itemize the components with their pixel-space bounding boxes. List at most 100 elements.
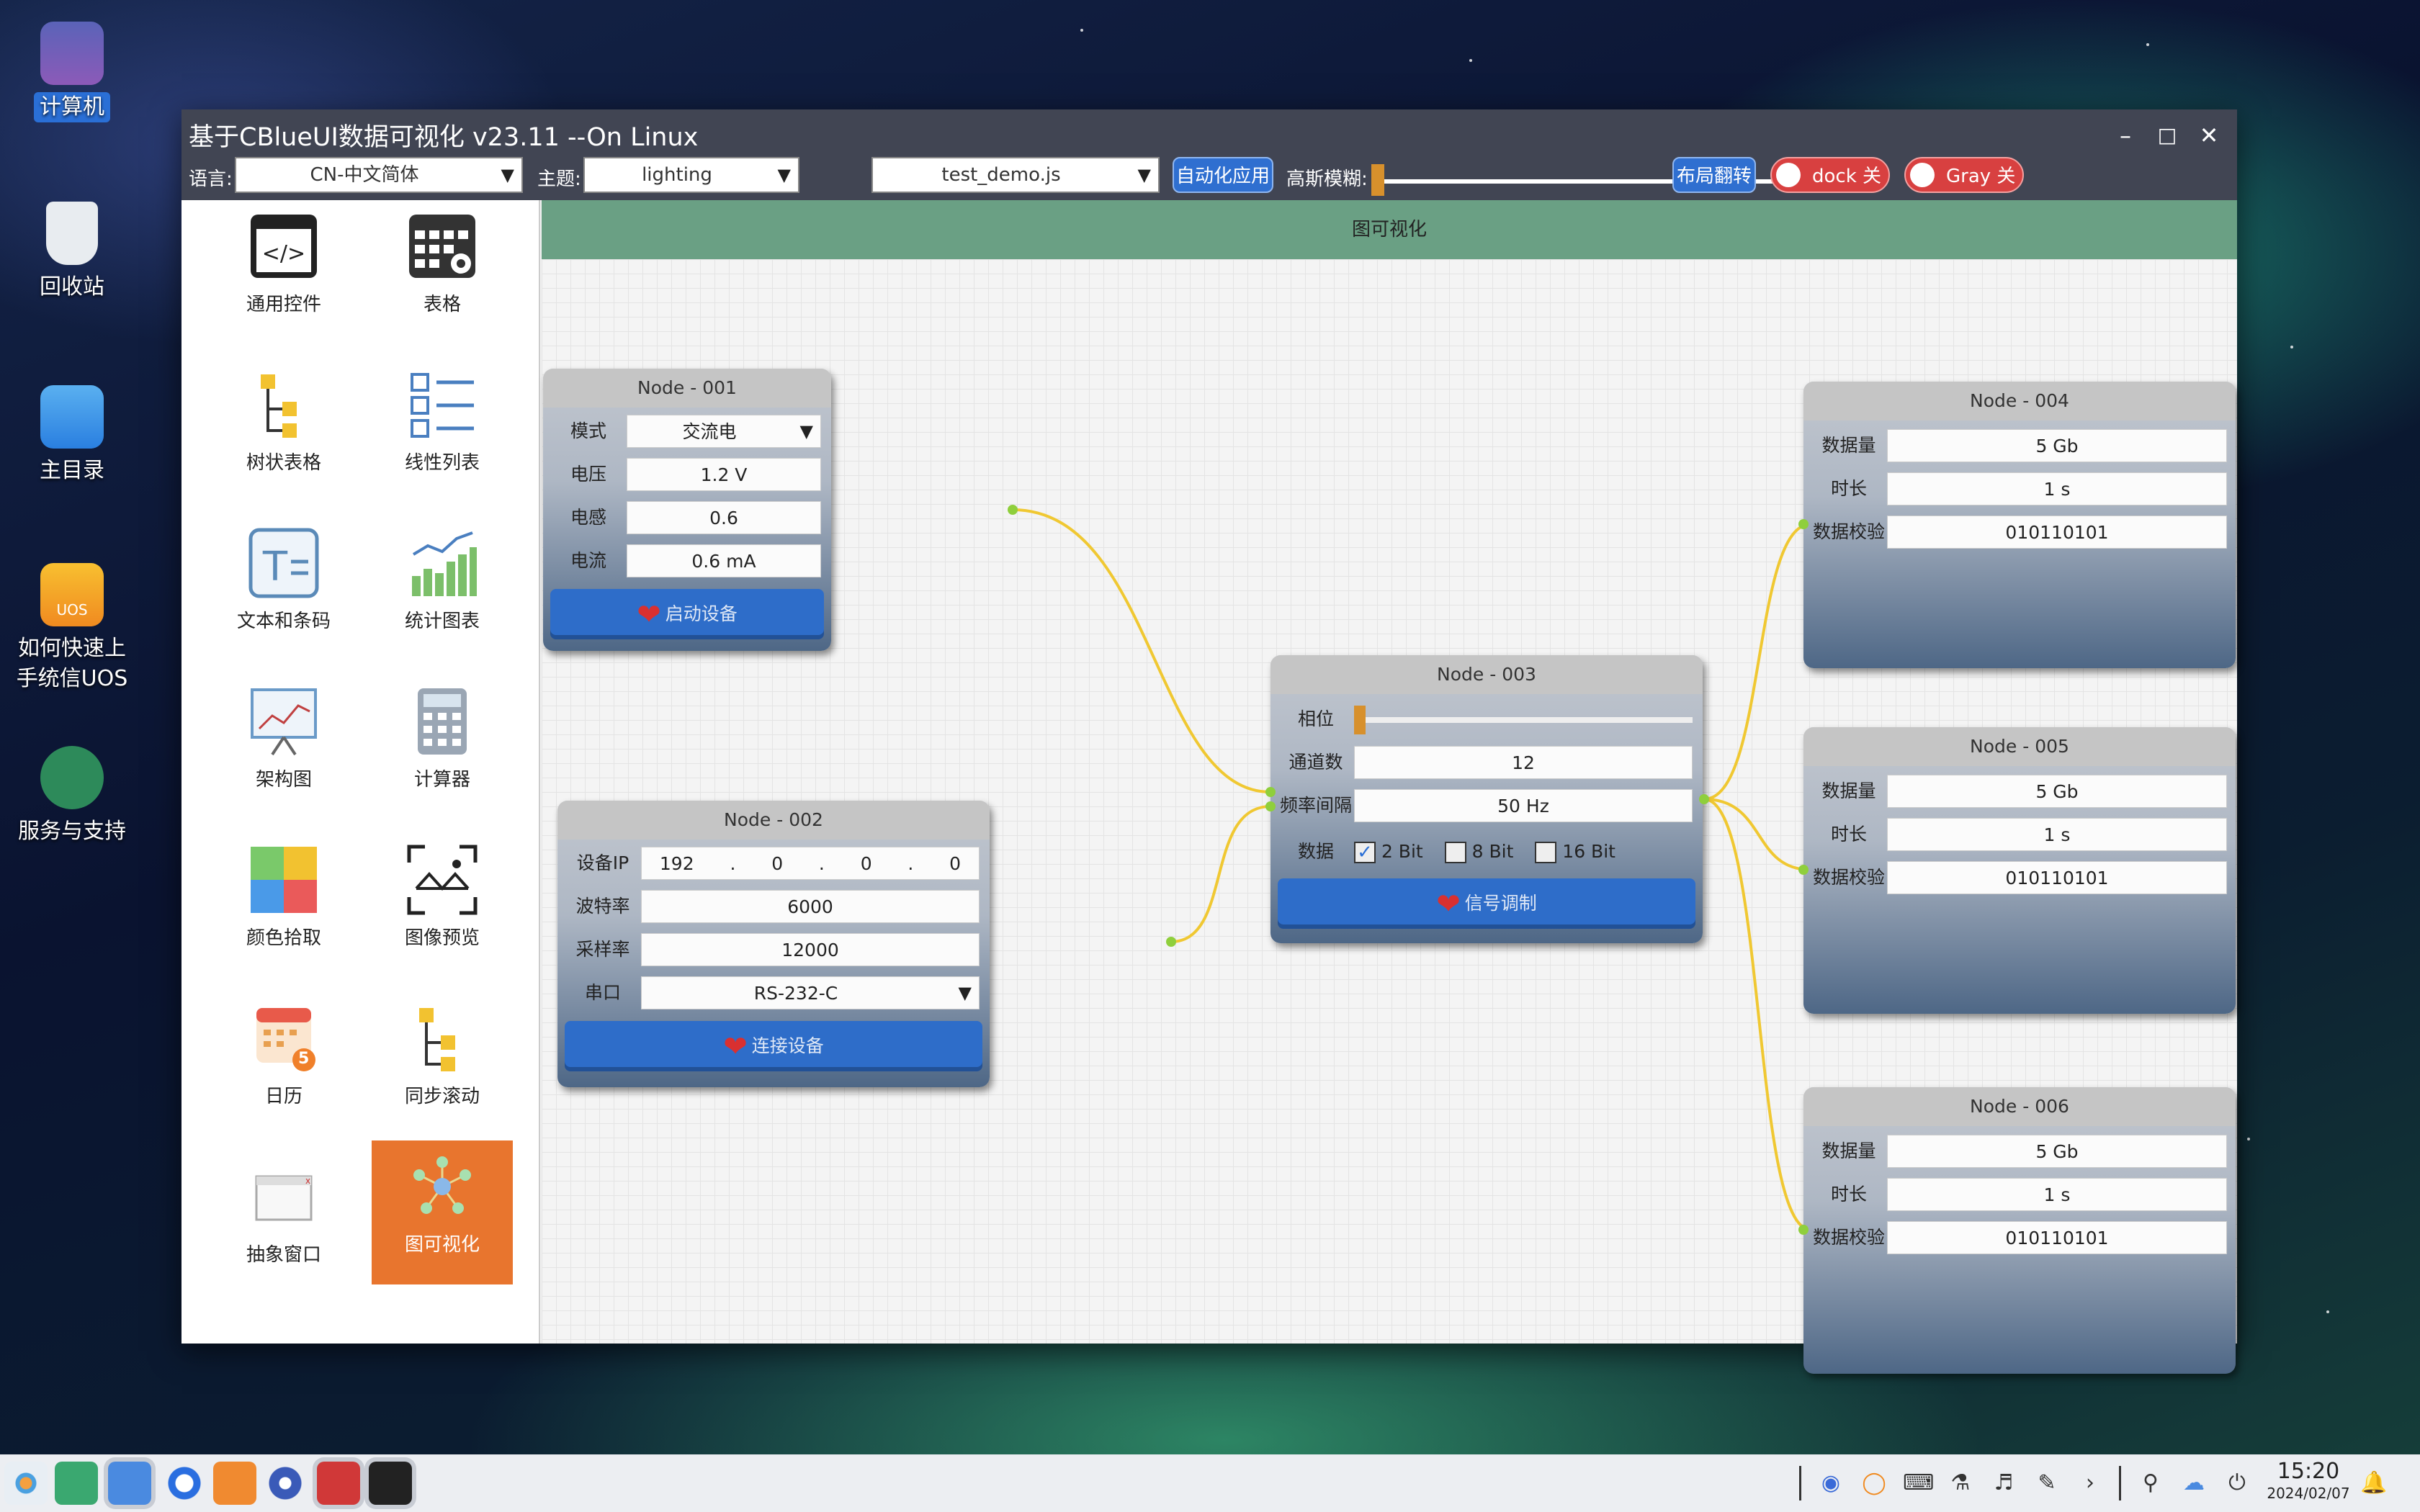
keyboard-icon[interactable]: ⌨ [1903,1469,1934,1498]
tree-table-icon [246,367,321,442]
sample-rate-field[interactable]: 12000 [641,933,980,966]
sidebar-item-color-picker[interactable]: 颜色拾取 [213,834,354,978]
computer-icon [40,22,104,85]
current-field[interactable]: 0.6 mA [627,544,821,577]
auto-apply-button[interactable]: 自动化应用 [1173,157,1273,193]
sidebar-item-stat-chart[interactable]: 统计图表 [372,517,513,661]
checkbox-8bit[interactable] [1444,842,1466,863]
voltage-field[interactable]: 1.2 V [627,458,821,491]
power-icon[interactable]: ⏻ [2223,1469,2251,1498]
duration-field[interactable]: 1 s [1887,1178,2227,1211]
close-button[interactable]: ✕ [2191,120,2227,151]
start-device-button[interactable]: ❤ 启动设备 [550,589,824,639]
browser-icon[interactable] [163,1462,206,1505]
node-003-output-port[interactable] [1699,794,1709,804]
sidebar-item-abstract-window[interactable]: x 抽象窗口 [213,1151,354,1295]
script-select[interactable]: test_demo.js ▼ [871,157,1160,193]
sidebar-item-architecture[interactable]: 架构图 [213,675,354,819]
desktop-icon-home[interactable]: 主目录 [14,385,130,486]
node-006[interactable]: Node - 006 数据量 5 Gb 时长 1 s 数据校验 01011010… [1803,1087,2236,1374]
duration-field[interactable]: 1 s [1887,818,2227,851]
node-006-input-port[interactable] [1798,1225,1809,1235]
node-003-input-port[interactable] [1265,787,1276,797]
sidebar-item-tree-table[interactable]: 树状表格 [213,359,354,503]
ip-field[interactable]: 192 . 0 . 0 . 0 [641,847,980,880]
desktop-icon-support[interactable]: 服务与支持 [14,746,130,847]
checksum-field[interactable]: 010110101 [1887,861,2227,894]
sidebar-item-image-preview[interactable]: 图像预览 [372,834,513,978]
node-005[interactable]: Node - 005 数据量 5 Gb 时长 1 s 数据校验 01011010… [1803,727,2236,1014]
sidebar-item-calculator[interactable]: 计算器 [372,675,513,819]
inductance-field[interactable]: 0.6 [627,501,821,534]
channels-field[interactable]: 12 [1354,746,1693,779]
checksum-field[interactable]: 010110101 [1887,1221,2227,1254]
duration-field[interactable]: 1 s [1887,472,2227,505]
desktop-icon-computer[interactable]: 计算机 [14,22,130,122]
layout-flip-button[interactable]: 布局翻转 [1672,157,1756,193]
sidebar-item-graph[interactable]: 图可视化 [372,1140,513,1284]
app-store-icon[interactable] [213,1462,256,1505]
desktop-icon-uos-guide[interactable]: UOS 如何快速上手统信UOS [14,563,130,694]
amount-field[interactable]: 5 Gb [1887,1135,2227,1168]
blur-slider[interactable] [1375,179,1833,184]
sidebar-item-sync-scroll[interactable]: 同步滚动 [372,992,513,1136]
node-004-input-port[interactable] [1798,519,1809,529]
language-select[interactable]: CN-中文简体 ▼ [235,157,523,193]
sidebar-item-widgets[interactable]: </> 通用控件 [213,200,354,344]
node-003-input-port[interactable] [1265,801,1276,811]
update-icon[interactable]: ◯ [1860,1469,1888,1498]
launcher-icon[interactable] [4,1462,48,1505]
graph-canvas[interactable]: Node - 001 模式 交流电 ▼ 电压 1.2 V 电感 0.6 电流 0.… [542,259,2237,1374]
graph-app-icon[interactable] [369,1462,412,1505]
settings-icon[interactable] [264,1462,307,1505]
node-row-amount: 数据量 5 Gb [1803,1135,2236,1168]
node-005-input-port[interactable] [1798,865,1809,875]
baud-field[interactable]: 6000 [641,890,980,923]
maximize-button[interactable]: □ [2149,120,2185,151]
amount-field[interactable]: 5 Gb [1887,775,2227,808]
sidebar-item-linear-list[interactable]: 线性列表 [372,359,513,503]
usb-icon[interactable]: ⚗ [1946,1469,1975,1498]
checkbox-2bit[interactable]: ✓ [1354,842,1376,863]
desktop-icon-trash[interactable]: 回收站 [14,202,130,302]
clock[interactable]: 15:20 2024/02/07 [2262,1459,2355,1502]
amount-field[interactable]: 5 Gb [1887,429,2227,462]
dock-toggle[interactable]: dock 关闭 [1770,157,1890,223]
node-001-output-port[interactable] [1008,505,1018,515]
file-manager-icon[interactable] [55,1462,98,1505]
network-icon[interactable]: ☁ [2179,1469,2208,1498]
terminal-icon[interactable] [317,1462,360,1505]
checkbox-16bit[interactable] [1535,842,1557,863]
chevron-down-icon: ▼ [799,421,813,441]
phase-slider-handle[interactable] [1354,706,1366,734]
node-003[interactable]: Node - 003 相位 通道数 12 频率间隔 50 Hz 数据 ✓ 2 B… [1270,655,1703,943]
field-label: 模式 [570,420,606,441]
node-002-output-port[interactable] [1166,937,1176,947]
sidebar-item-text-barcode[interactable]: T 文本和条码 [213,517,354,661]
minimize-button[interactable]: – [2107,120,2143,151]
notification-bell-icon[interactable]: 🔔 [2360,1469,2388,1498]
sidebar-item-table[interactable]: 表格 [372,200,513,344]
chevron-right-icon[interactable]: › [2076,1469,2105,1498]
checksum-field[interactable]: 010110101 [1887,516,2227,549]
phase-slider[interactable] [1360,717,1693,723]
graph-icon [405,1149,480,1224]
signal-modulate-button[interactable]: ❤ 信号调制 [1278,878,1695,929]
theme-label: 主题: [537,168,581,190]
pen-icon[interactable]: ✎ [2033,1469,2061,1498]
theme-select[interactable]: lighting ▼ [583,157,799,193]
search-icon[interactable]: ⚲ [2136,1469,2165,1498]
node-001[interactable]: Node - 001 模式 交流电 ▼ 电压 1.2 V 电感 0.6 电流 0.… [543,369,831,651]
gray-toggle[interactable]: Gray 关闭 [1904,157,2024,223]
shield-icon[interactable]: ◉ [1816,1469,1845,1498]
volume-muted-icon[interactable]: ♬ [1989,1469,2018,1498]
node-004[interactable]: Node - 004 数据量 5 Gb 时长 1 s 数据校验 01011010… [1803,382,2236,668]
serial-port-select[interactable]: RS-232-C ▼ [641,976,980,1009]
node-002[interactable]: Node - 002 设备IP 192 . 0 . 0 . 0 波特率 6000… [557,801,990,1087]
connect-device-button[interactable]: ❤ 连接设备 [565,1021,982,1071]
freq-field[interactable]: 50 Hz [1354,789,1693,822]
blur-slider-handle[interactable] [1371,164,1384,196]
browser-files-icon[interactable] [108,1462,151,1505]
sidebar-item-calendar[interactable]: 5 日历 [213,992,354,1136]
mode-select[interactable]: 交流电 ▼ [627,415,821,448]
